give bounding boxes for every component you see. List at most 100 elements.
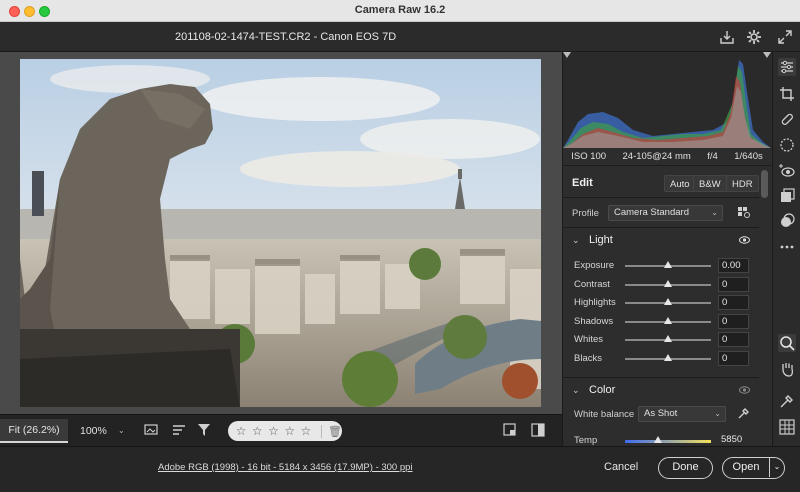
auto-button[interactable]: Auto (664, 175, 696, 192)
fullscreen-icon[interactable] (776, 28, 794, 46)
compare-views-icon[interactable] (144, 423, 160, 437)
profile-select[interactable]: Camera Standard ⌄ (608, 205, 723, 221)
presets-icon[interactable] (778, 212, 796, 230)
star-icon[interactable]: ☆ (283, 424, 297, 438)
trash-icon[interactable]: 🗑 (321, 424, 342, 438)
eye-icon[interactable] (739, 386, 750, 394)
zoom-icon[interactable] (778, 334, 796, 352)
profile-select-value: Camera Standard (614, 207, 689, 218)
highlights-value-field[interactable]: 0 (718, 295, 749, 310)
view-toolbar: Fit (26.2%) 100% ⌄ ☆ ☆ ☆ ☆ ☆ 🗑 (0, 414, 562, 446)
lens-value: 24-105@24 mm (622, 151, 691, 162)
hand-icon[interactable] (778, 360, 796, 378)
shadows-slider[interactable] (625, 316, 711, 324)
slider-row-whites: Whites 0 (563, 331, 759, 349)
slider-row-shadows: Shadows 0 (563, 313, 759, 331)
file-name: 201108-02-1474-TEST.CR2 - Canon EOS 7D (175, 31, 397, 43)
sort-icon[interactable] (172, 423, 188, 437)
zoom-level-label[interactable]: 100% (80, 425, 107, 437)
open-button[interactable]: Open (723, 458, 769, 477)
window-title: Camera Raw 16.2 (354, 4, 446, 16)
slider-row-exposure: Exposure 0.00 (563, 257, 759, 275)
healing-icon[interactable] (778, 110, 796, 128)
image-canvas[interactable] (0, 52, 562, 414)
temp-label: Temp (574, 435, 598, 446)
white-balance-value: As Shot (644, 408, 678, 419)
done-button[interactable]: Done (658, 457, 713, 479)
temp-slider[interactable] (625, 436, 711, 443)
iso-value: ISO 100 (571, 151, 607, 162)
slider-label: Whites (574, 334, 604, 345)
masking-icon[interactable] (778, 136, 796, 154)
exposure-slider[interactable] (625, 261, 711, 268)
panel-scrollbar[interactable] (761, 170, 768, 198)
before-after-icon[interactable] (531, 423, 545, 437)
cancel-button[interactable]: Cancel (604, 461, 638, 473)
slider-label: Highlights (574, 297, 616, 308)
star-icon[interactable]: ☆ (266, 424, 280, 438)
photo-preview (20, 59, 541, 407)
star-icon[interactable]: ☆ (250, 424, 264, 438)
edit-sliders-icon[interactable] (778, 58, 796, 76)
star-icon[interactable]: ☆ (299, 424, 313, 438)
blacks-value-field[interactable]: 0 (718, 350, 749, 366)
snapshots-icon[interactable] (778, 187, 796, 205)
gear-icon[interactable] (745, 28, 763, 46)
slider-thumb[interactable] (664, 261, 672, 268)
hdr-button[interactable]: HDR (726, 175, 759, 192)
fit-zoom-button[interactable]: Fit (26.2%) (0, 419, 68, 443)
slider-thumb[interactable] (664, 298, 672, 305)
slider-label: Shadows (574, 315, 614, 327)
white-balance-select[interactable]: As Shot ⌄ (638, 406, 726, 422)
color-section-header[interactable]: ⌄ Color (563, 379, 759, 403)
profile-row: Profile Camera Standard ⌄ (563, 198, 759, 228)
edit-panel: ISO 100 24-105@24 mm f/4 1/640s Edit Aut… (562, 52, 772, 446)
slider-label: Contrast (574, 278, 610, 290)
camera-info: ISO 100 24-105@24 mm f/4 1/640s (563, 148, 771, 166)
whites-slider[interactable] (625, 335, 711, 342)
chevron-down-icon: ⌄ (572, 385, 580, 395)
divider (563, 377, 759, 378)
workflow-options-link[interactable]: Adobe RGB (1998) - 16 bit - 5184 x 3456 … (158, 462, 413, 473)
save-image-icon[interactable] (718, 28, 736, 46)
slider-thumb[interactable] (664, 353, 672, 361)
slider-thumb[interactable] (664, 335, 672, 342)
header-bar: 201108-02-1474-TEST.CR2 - Canon EOS 7D (0, 22, 800, 52)
open-button-group: Open ⌄ (722, 457, 785, 479)
temp-slider-row: Temp 5850 (563, 432, 759, 446)
shadows-value-field[interactable]: 0 (718, 313, 749, 329)
red-eye-icon[interactable] (778, 162, 796, 180)
star-rating[interactable]: ☆ ☆ ☆ ☆ ☆ 🗑 (228, 421, 342, 441)
highlights-slider[interactable] (625, 298, 711, 305)
contrast-slider[interactable] (625, 279, 711, 287)
grid-overlay-icon[interactable] (778, 418, 796, 436)
shutter-value: 1/640s (734, 151, 763, 162)
light-section-header[interactable]: ⌄ Light (563, 229, 759, 253)
color-section-title: Color (589, 384, 616, 396)
chevron-down-icon: ⌄ (572, 235, 580, 245)
bw-button[interactable]: B&W (693, 175, 727, 192)
preview-toggle-icon[interactable] (503, 423, 517, 437)
profile-browser-icon[interactable] (738, 207, 751, 219)
star-icon[interactable]: ☆ (234, 424, 248, 438)
slider-thumb[interactable] (664, 316, 672, 324)
open-options-chevron-icon[interactable]: ⌄ (769, 458, 784, 477)
temp-slider-thumb[interactable] (653, 436, 662, 443)
more-options-icon[interactable] (778, 238, 796, 256)
slider-row-contrast: Contrast 0 (563, 276, 759, 294)
zoom-dropdown-chevron-icon[interactable]: ⌄ (118, 426, 125, 435)
slider-label: Blacks (574, 352, 602, 364)
color-sampler-icon[interactable] (778, 392, 796, 410)
window-titlebar: Camera Raw 16.2 (0, 0, 800, 22)
blacks-slider[interactable] (625, 353, 711, 361)
filter-icon[interactable] (197, 423, 213, 437)
temp-value[interactable]: 5850 (721, 434, 742, 445)
whites-value-field[interactable]: 0 (718, 332, 749, 347)
exposure-value-field[interactable]: 0.00 (718, 258, 749, 273)
contrast-value-field[interactable]: 0 (718, 276, 749, 292)
chevron-down-icon: ⌄ (714, 409, 721, 418)
eyedropper-icon[interactable] (737, 407, 750, 420)
slider-thumb[interactable] (664, 279, 672, 287)
crop-icon[interactable] (778, 85, 796, 103)
eye-icon[interactable] (739, 236, 750, 244)
